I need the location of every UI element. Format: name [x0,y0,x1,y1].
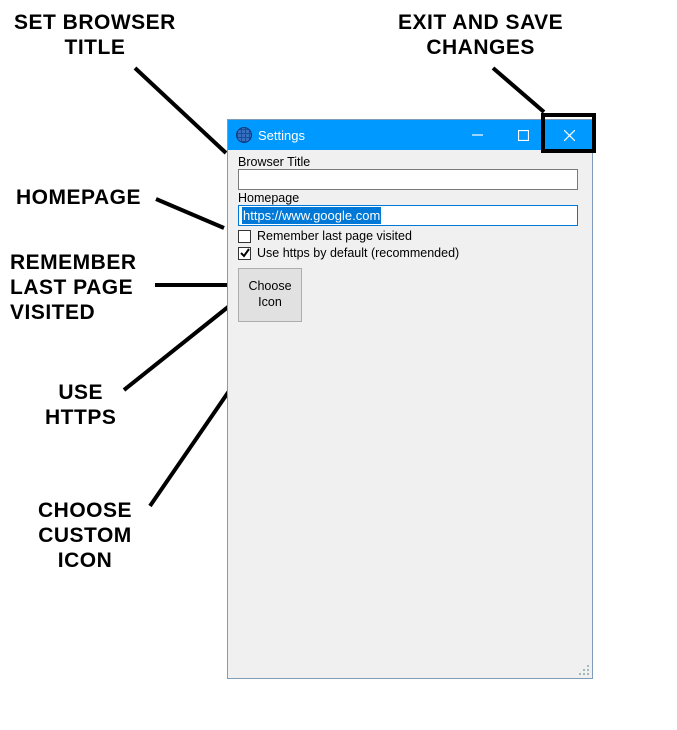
choose-icon-button[interactable]: ChooseIcon [238,268,302,322]
homepage-input[interactable]: https://www.google.com [238,205,578,226]
homepage-input-value: https://www.google.com [242,207,381,224]
maximize-button[interactable] [500,120,546,150]
homepage-label: Homepage [238,191,582,205]
choose-icon-button-label: ChooseIcon [248,279,291,310]
close-icon [564,130,575,141]
globe-icon [236,127,252,143]
settings-form: Browser Title Homepage https://www.googl… [228,150,592,332]
use-https-row[interactable]: Use https by default (recommended) [238,246,582,260]
annotation-set-browser-title: SET BROWSERTITLE [14,10,176,60]
resize-grip[interactable] [576,662,590,676]
resize-grip-icon [576,662,590,676]
remember-last-page-checkbox[interactable] [238,230,251,243]
annotation-use-https: USEHTTPS [45,380,116,430]
check-icon [240,248,250,258]
browser-title-label: Browser Title [238,155,582,169]
annotation-exit-and-save: EXIT AND SAVECHANGES [398,10,563,60]
titlebar[interactable]: Settings [228,120,592,150]
annotation-remember-last-page: REMEMBERLAST PAGEVISITED [10,250,137,326]
window-title: Settings [258,128,305,143]
use-https-label: Use https by default (recommended) [257,246,459,260]
use-https-checkbox[interactable] [238,247,251,260]
remember-last-page-label: Remember last page visited [257,229,412,243]
close-button[interactable] [546,120,592,150]
annotation-choose-custom-icon: CHOOSECUSTOMICON [38,498,132,574]
settings-window: Settings Browser Title Homepage https://… [227,119,593,679]
minimize-button[interactable] [454,120,500,150]
browser-title-input[interactable] [238,169,578,190]
annotation-homepage: HOMEPAGE [16,185,141,210]
remember-last-page-row[interactable]: Remember last page visited [238,229,582,243]
